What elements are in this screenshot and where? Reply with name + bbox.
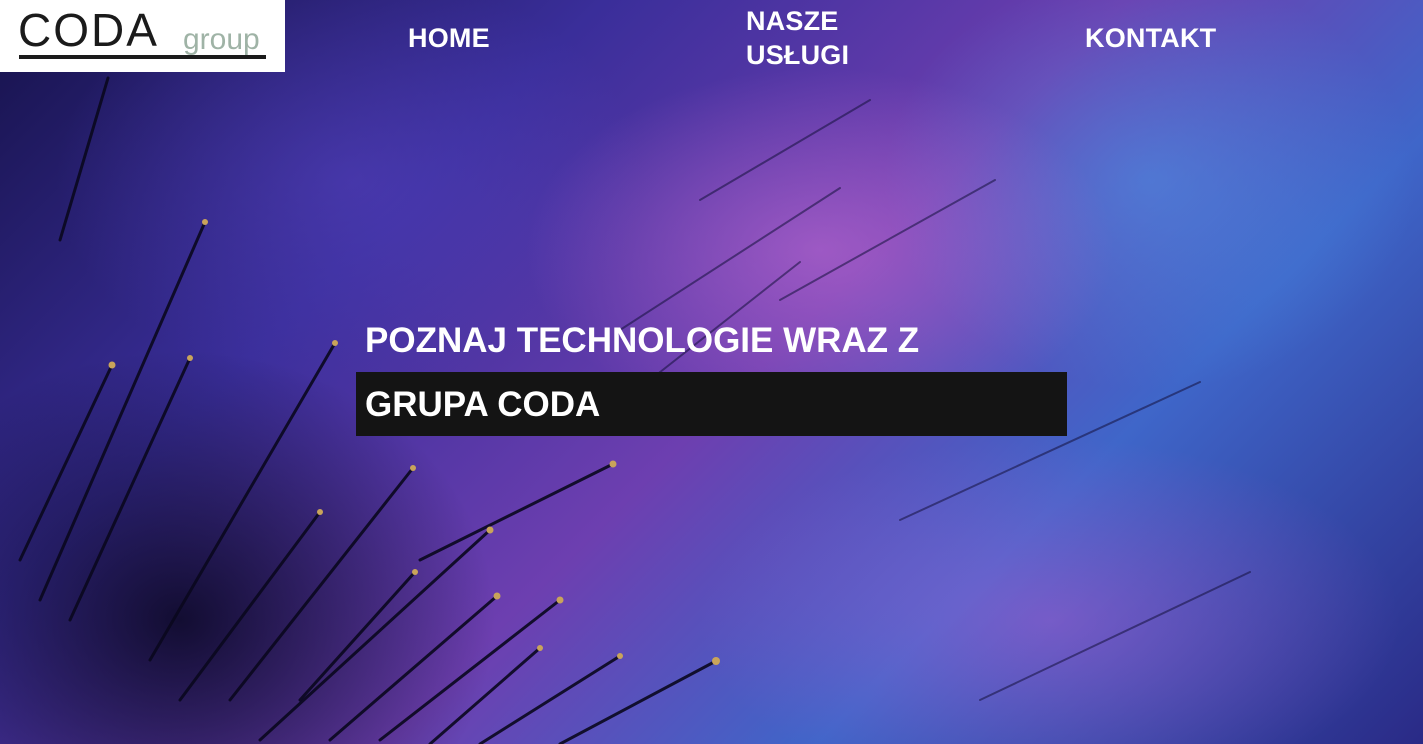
nav-services-link[interactable]: NASZE USŁUGI [746, 4, 876, 72]
hero-highlight-box: GRUPA CODA [356, 372, 1067, 436]
nav-home-link[interactable]: HOME [408, 21, 490, 55]
page: CODA group HOME NASZE USŁUGI KONTAKT POZ… [0, 0, 1423, 744]
logo[interactable]: CODA group [0, 0, 285, 72]
hero-heading: POZNAJ TECHNOLOGIE WRAZ Z [365, 321, 920, 360]
logo-primary-text: CODA [18, 4, 159, 56]
nav-contact-link[interactable]: KONTAKT [1085, 21, 1216, 55]
logo-underline [19, 55, 266, 59]
hero-highlight-text: GRUPA CODA [365, 385, 601, 424]
logo-secondary-text: group [183, 23, 260, 56]
coda-group-logo-icon: CODA group [18, 4, 266, 59]
